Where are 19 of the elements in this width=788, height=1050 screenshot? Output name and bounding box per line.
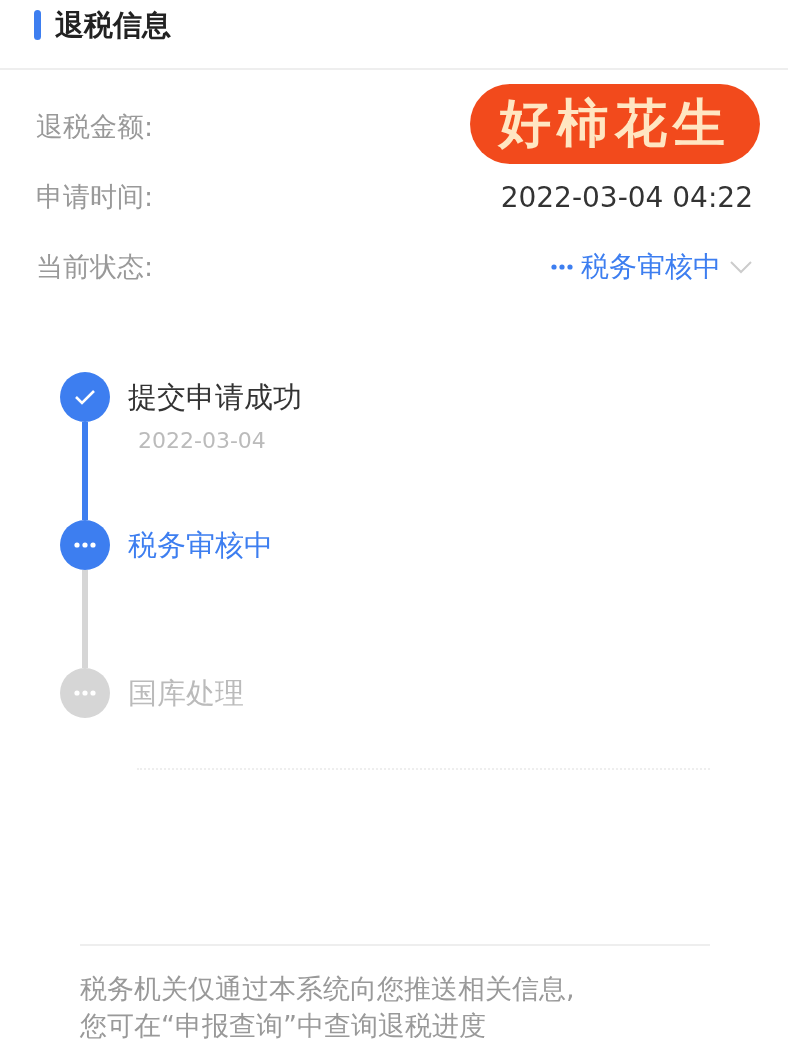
status-dropdown[interactable]: 税务审核中 — [551, 248, 753, 286]
more-dots-icon — [74, 542, 96, 548]
footer-note: 税务机关仅通过本系统向您推送相关信息, — [80, 972, 576, 1006]
step-title: 税务审核中 — [128, 527, 273, 564]
section-title: 退税信息 — [55, 8, 171, 42]
more-dots-icon — [551, 264, 573, 270]
chevron-down-icon — [729, 260, 753, 274]
footer-note: 您可在“申报查询”中查询退税进度 — [80, 1009, 487, 1043]
check-icon — [74, 389, 96, 405]
field-label: 当前状态: — [36, 250, 154, 284]
step-title: 国库处理 — [128, 675, 244, 712]
more-dots-icon — [74, 690, 96, 696]
field-label: 退税金额: — [36, 110, 154, 144]
field-value: 2022-03-04 04:22 — [500, 180, 753, 214]
accent-bar — [34, 10, 41, 40]
step-date: 2022-03-04 — [138, 428, 267, 453]
sticker-label: 好柿花生 — [470, 84, 760, 164]
field-label: 申请时间: — [36, 180, 154, 214]
step-title: 提交申请成功 — [128, 379, 302, 416]
